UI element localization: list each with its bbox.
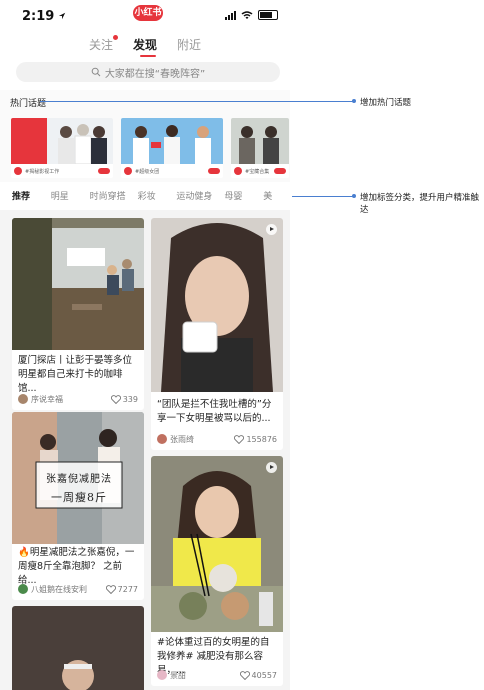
tab-follow[interactable]: 关注 [89,35,118,58]
avatar [157,670,167,680]
note-meta: 景甜 40557 [157,668,277,682]
hot-topics-section: 热门话题 #揭秘影视工作 #超级女团 #宝藏合集 [0,90,290,182]
heart-icon [239,670,250,680]
note-meta: 张雨绮 155876 [157,432,277,446]
overlay-line-1: 张嘉倪减肥法 [46,474,112,485]
note-title: 厦门探店丨让彭于晏等多位明星都自己来打卡的咖啡馆... [18,355,133,394]
system-icons [225,10,278,20]
note-author: 张雨绮 [170,434,194,444]
note-card[interactable] [12,606,144,690]
note-author: 景甜 [170,670,186,680]
phone-screen: 2:19 小红书 关注 发现 附近 大家都在搜“春晚阵容” 热门话题 #揭秘影视… [0,0,290,690]
status-bar: 2:19 小红书 [0,0,290,30]
like-button[interactable]: 40557 [239,670,277,680]
avatar [157,434,167,444]
note-meta: 八姐鹅在线安利 7277 [18,582,138,596]
status-time: 2:19 [22,9,55,24]
note-author: 序说幸福 [31,394,63,404]
search-placeholder: 大家都在搜“春晚阵容” [104,68,206,80]
cell-signal-icon [225,10,236,20]
topic-caption: #超级女团 [135,168,160,175]
like-count: 339 [122,394,138,404]
annotation-dot [352,194,356,198]
topic-caption-bar: #超级女团 [121,164,223,178]
note-photo [151,456,283,632]
topic-caption: #宝藏合集 [245,168,270,175]
app-logo: 小红书 [133,5,163,21]
like-button[interactable]: 155876 [234,435,277,444]
like-button[interactable]: 339 [110,394,138,404]
note-photo [12,606,144,690]
topic-image [231,118,289,164]
annotation-dot [352,99,356,103]
topic-badge-icon [14,167,22,175]
annotation-text: 增加标签分类，提升用户精准触达 [360,193,480,215]
tab-nearby[interactable]: 附近 [177,36,201,58]
active-tab-indicator [140,55,156,57]
note-title: “团队是拦不住我吐槽的”分享一下女明星被骂以后的... [157,399,272,424]
topic-image [11,118,113,164]
annotation-line [292,196,354,197]
topic-caption: #揭秘影视工作 [25,168,60,175]
video-play-icon [266,462,277,473]
category-tags: 推荐 明星 时尚穿搭 彩妆 运动健身 母婴 美 [0,189,290,209]
avatar [18,394,28,404]
topic-card[interactable]: #宝藏合集 [231,118,289,178]
location-arrow-icon [58,12,66,20]
like-count: 155876 [246,434,277,444]
avatar [18,584,28,594]
topic-caption-bar: #宝藏合集 [231,164,289,178]
note-card[interactable]: 张嘉倪减肥法 一周瘦8斤 🔥明星减肥法之张嘉倪，一周瘦8斤全靠泡脚？ 之前给..… [12,412,144,600]
note-card[interactable]: “团队是拦不住我吐槽的”分享一下女明星被骂以后的... 张雨绮 155876 [151,218,283,450]
note-feed: 厦门探店丨让彭于晏等多位明星都自己来打卡的咖啡馆... 序说幸福 339 张嘉倪… [0,210,290,690]
heart-icon [110,394,121,404]
topic-image [121,118,223,164]
search-bar[interactable]: 大家都在搜“春晚阵容” [16,62,280,82]
heart-icon [234,434,245,444]
topic-badge-icon [234,167,242,175]
wifi-icon [241,10,253,19]
annotation-line [40,101,354,102]
overlay-line-2: 一周瘦8斤 [51,491,107,504]
topic-card[interactable]: #超级女团 [121,118,223,178]
note-card[interactable]: #论体重过百的女明星的自我修养# 减肥没有那么容易，... 景甜 40557 [151,456,283,686]
like-count: 7277 [117,584,138,594]
topic-caption-bar: #揭秘影视工作 [11,164,113,178]
topic-badge-icon [124,167,132,175]
like-button[interactable]: 7277 [105,584,138,594]
battery-icon [258,10,278,20]
note-card[interactable]: 厦门探店丨让彭于晏等多位明星都自己来打卡的咖啡馆... 序说幸福 339 [12,218,144,410]
note-photo [151,218,283,392]
note-author: 八姐鹅在线安利 [31,584,87,594]
topic-follow-button[interactable] [98,168,110,174]
tag-fashion[interactable]: 时尚穿搭 [78,189,126,209]
tag-beauty[interactable]: 美 [251,189,290,209]
annotation-text: 增加热门话题 [360,98,412,108]
heart-icon [105,584,116,594]
photo-overlay-text: 张嘉倪减肥法 一周瘦8斤 [36,470,122,505]
topic-follow-button[interactable] [208,168,220,174]
hot-topics-title: 热门话题 [10,99,47,109]
note-photo [12,218,144,350]
tag-fitness[interactable]: 运动健身 [164,189,212,209]
tag-mother-baby[interactable]: 母婴 [212,189,251,209]
note-meta: 序说幸福 339 [18,392,138,406]
tag-recommend[interactable]: 推荐 [0,189,39,209]
tag-makeup[interactable]: 彩妆 [126,189,165,209]
tag-celebrity[interactable]: 明星 [39,189,78,209]
topic-card[interactable]: #揭秘影视工作 [11,118,113,178]
video-play-icon [266,224,277,235]
unread-dot [112,35,118,40]
topic-follow-button[interactable] [274,168,286,174]
like-count: 40557 [251,670,277,680]
search-icon [91,67,101,77]
